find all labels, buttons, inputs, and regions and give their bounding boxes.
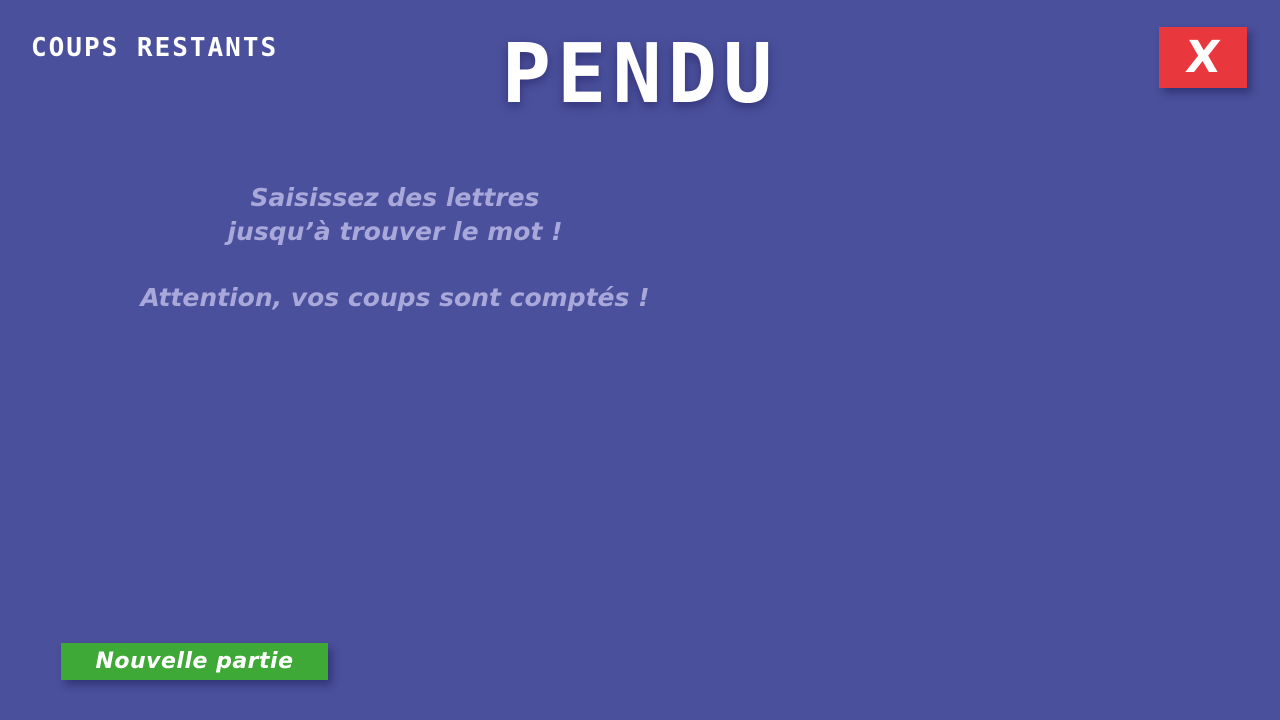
instruction-warning: Attention, vos coups sont comptés !	[140, 283, 650, 312]
game-title: PENDU	[501, 27, 779, 122]
instructions: Saisissez des lettres jusqu’à trouver le…	[130, 181, 660, 315]
instruction-spacer	[130, 249, 660, 281]
close-button[interactable]: X	[1159, 27, 1247, 88]
instruction-line-2: jusqu’à trouver le mot !	[227, 217, 563, 246]
instruction-line-1: Saisissez des lettres	[250, 183, 540, 212]
new-game-button-label: Nouvelle partie	[95, 648, 294, 674]
close-icon: X	[1183, 31, 1223, 83]
new-game-button[interactable]: Nouvelle partie	[61, 643, 328, 680]
